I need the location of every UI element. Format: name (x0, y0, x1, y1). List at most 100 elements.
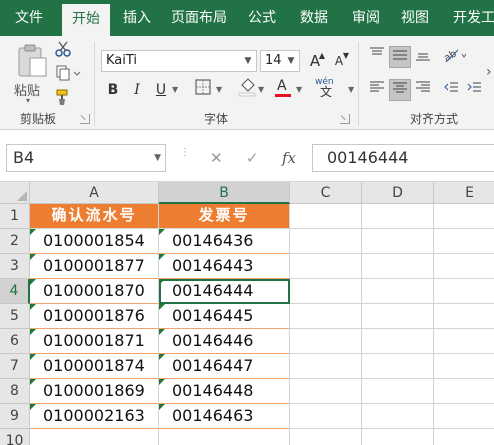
decrease-font-size-button[interactable]: A ▼ (328, 50, 350, 72)
chevron-down-icon[interactable]: ▼ (348, 85, 354, 94)
paste-button[interactable]: 粘贴 ▾ (10, 42, 50, 105)
cell-e5[interactable] (434, 304, 494, 329)
insert-function-icon[interactable]: fx (282, 144, 296, 172)
align-left-button[interactable] (366, 79, 388, 101)
row-header-3[interactable]: 3 (0, 254, 30, 279)
name-box[interactable]: B4 ▼ (6, 144, 166, 172)
cell-e4[interactable] (434, 279, 494, 304)
fill-color-button[interactable] (236, 77, 258, 99)
chevron-down-icon[interactable]: ▼ (172, 85, 178, 94)
cell-c2[interactable] (290, 229, 362, 254)
chevron-down-icon[interactable]: ▼ (258, 85, 264, 94)
cell-c9[interactable] (290, 404, 362, 429)
cell-c1[interactable] (290, 204, 362, 229)
increase-indent-button[interactable] (463, 79, 485, 101)
cell-b4[interactable]: 00146444 (159, 279, 290, 304)
chevron-down-icon[interactable]: ▼ (216, 85, 222, 94)
row-header-7[interactable]: 7 (0, 354, 30, 379)
cell-a7[interactable]: 0100001874 (30, 354, 159, 379)
top-align-button[interactable] (366, 46, 388, 68)
cell-c7[interactable] (290, 354, 362, 379)
format-painter-button[interactable] (52, 88, 74, 110)
clipboard-dialog-launcher[interactable] (80, 114, 90, 124)
tab-view[interactable]: 视图 (394, 0, 436, 36)
column-header-e[interactable]: E (434, 182, 494, 204)
cancel-icon[interactable]: ✕ (210, 144, 223, 172)
cell-b3[interactable]: 00146443 (159, 254, 290, 279)
row-header-8[interactable]: 8 (0, 379, 30, 404)
cell-a10[interactable] (30, 429, 159, 445)
cell-d6[interactable] (362, 329, 434, 354)
increase-font-size-button[interactable]: A ▲ (304, 50, 326, 72)
cell-b8[interactable]: 00146448 (159, 379, 290, 404)
cell-d5[interactable] (362, 304, 434, 329)
tab-review[interactable]: 审阅 (342, 0, 390, 36)
tab-data[interactable]: 数据 (290, 0, 338, 36)
font-color-button[interactable]: A (272, 77, 294, 99)
cell-e2[interactable] (434, 229, 494, 254)
cell-d4[interactable] (362, 279, 434, 304)
row-header-5[interactable]: 5 (0, 304, 30, 329)
ribbon-scroll-right-icon[interactable]: › (486, 64, 492, 80)
tab-file[interactable]: 文件 (0, 0, 58, 36)
cell-a5[interactable]: 0100001876 (30, 304, 159, 329)
cell-c5[interactable] (290, 304, 362, 329)
row-header-1[interactable]: 1 (0, 204, 30, 229)
cell-a6[interactable]: 0100001871 (30, 329, 159, 354)
tab-developer[interactable]: 开发工具 (446, 0, 494, 36)
italic-button[interactable]: I (126, 79, 148, 101)
select-all-button[interactable] (0, 182, 30, 204)
column-header-c[interactable]: C (290, 182, 362, 204)
cell-c6[interactable] (290, 329, 362, 354)
cell-e1[interactable] (434, 204, 494, 229)
cell-a9[interactable]: 0100002163 (30, 404, 159, 429)
orientation-button[interactable]: ab (440, 46, 470, 68)
cell-b7[interactable]: 00146447 (159, 354, 290, 379)
phonetic-guide-button[interactable]: wén 文 (314, 77, 344, 99)
cell-a2[interactable]: 0100001854 (30, 229, 159, 254)
cell-c4[interactable] (290, 279, 362, 304)
tab-page-layout[interactable]: 页面布局 (164, 0, 234, 36)
row-header-10[interactable]: 10 (0, 429, 30, 445)
font-dialog-launcher[interactable] (340, 114, 350, 124)
row-header-4[interactable]: 4 (0, 279, 30, 304)
borders-button[interactable] (192, 79, 214, 101)
cell-c10[interactable] (290, 429, 362, 445)
align-right-button[interactable] (412, 79, 434, 101)
chevron-down-icon[interactable]: ▼ (296, 85, 302, 94)
middle-align-button[interactable] (389, 46, 411, 68)
column-header-d[interactable]: D (362, 182, 434, 204)
tab-home[interactable]: 开始 (62, 4, 110, 36)
cell-d10[interactable] (362, 429, 434, 445)
cell-d9[interactable] (362, 404, 434, 429)
bottom-align-button[interactable] (412, 46, 434, 68)
cell-b10[interactable] (159, 429, 290, 445)
cell-a3[interactable]: 0100001877 (30, 254, 159, 279)
cell-a8[interactable]: 0100001869 (30, 379, 159, 404)
tab-formulas[interactable]: 公式 (238, 0, 286, 36)
font-size-select[interactable]: 14 ▼ (260, 50, 300, 72)
cell-d1[interactable] (362, 204, 434, 229)
bold-button[interactable]: B (102, 79, 124, 101)
formula-input[interactable]: 00146444 (312, 144, 494, 172)
align-center-button[interactable] (389, 79, 411, 101)
cell-b1[interactable]: 发票号 (159, 204, 290, 229)
row-header-6[interactable]: 6 (0, 329, 30, 354)
cell-d3[interactable] (362, 254, 434, 279)
cell-d7[interactable] (362, 354, 434, 379)
cell-b6[interactable]: 00146446 (159, 329, 290, 354)
worksheet-grid[interactable]: A B C D E 1 确认流水号 发票号 2 0100001854 00146436 3 0… (0, 182, 494, 445)
cell-d2[interactable] (362, 229, 434, 254)
cell-e8[interactable] (434, 379, 494, 404)
cell-e3[interactable] (434, 254, 494, 279)
row-header-9[interactable]: 9 (0, 404, 30, 429)
row-header-2[interactable]: 2 (0, 229, 30, 254)
cell-b5[interactable]: 00146445 (159, 304, 290, 329)
cell-e9[interactable] (434, 404, 494, 429)
enter-icon[interactable]: ✓ (246, 144, 259, 172)
cell-a1[interactable]: 确认流水号 (30, 204, 159, 229)
font-name-select[interactable]: KaiTi ▼ (101, 50, 257, 72)
cell-e7[interactable] (434, 354, 494, 379)
cell-c8[interactable] (290, 379, 362, 404)
decrease-indent-button[interactable] (440, 79, 462, 101)
